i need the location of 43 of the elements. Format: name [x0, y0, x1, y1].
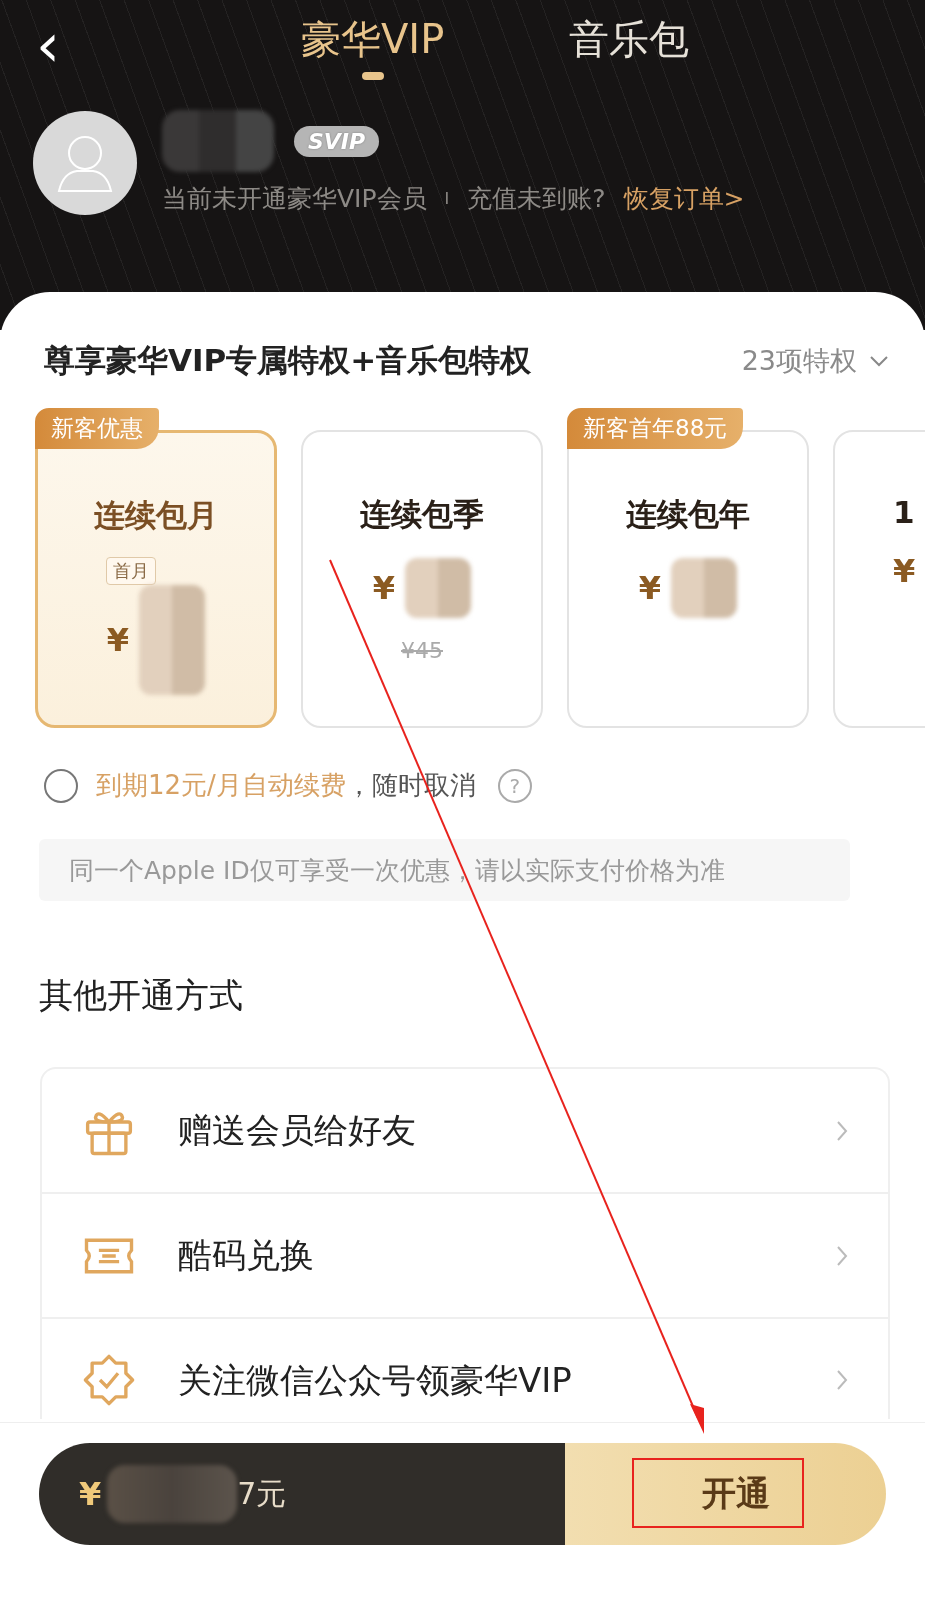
avatar-icon [33, 110, 137, 215]
plan-title: 连续包年 [626, 495, 750, 534]
check-badge-icon [82, 1353, 136, 1407]
chevron-right-icon [836, 1369, 848, 1391]
pixelated-blur [405, 558, 472, 618]
offer-tag: 新客首年88元 [567, 408, 744, 449]
chevron-right-icon [836, 1244, 848, 1267]
currency-symbol: ¥ [638, 569, 662, 607]
original-price: ¥45 [401, 638, 443, 663]
privileges-title: 尊享豪华VIP专属特权+音乐包特权 [44, 341, 532, 380]
tab[interactable]: 豪华VIP [301, 10, 445, 80]
option-label: 酷码兑换 [178, 1233, 315, 1277]
list-item[interactable]: 赠送会员给好友 [42, 1069, 888, 1194]
plan-card[interactable]: 连续包季 ¥ ¥45 [301, 430, 543, 728]
membership-status: 当前未开通豪华VIP会员 [162, 183, 427, 215]
option-label: 赠送会员给好友 [178, 1108, 417, 1152]
currency-symbol: ¥ [79, 1475, 102, 1513]
currency-symbol: ¥ [106, 621, 130, 659]
notice-text: 同一个Apple ID仅可享受一次优惠，请以实际支付价格为准 [39, 839, 850, 901]
back-button[interactable]: ‹ [36, 10, 96, 80]
currency-symbol: ¥ [893, 552, 916, 590]
separator: I [444, 189, 450, 208]
currency-symbol: ¥ [372, 569, 396, 607]
chevron-right-icon [836, 1119, 848, 1142]
svip-badge: SVIP [294, 125, 380, 157]
list-item[interactable]: 关注微信公众号领豪华VIP [42, 1319, 888, 1419]
section-title: 其他开通方式 [39, 974, 244, 1017]
auto-renew-radio[interactable] [44, 768, 78, 803]
option-label: 关注微信公众号领豪华VIP [178, 1359, 573, 1402]
recharge-question: 充值未到账? [467, 183, 606, 215]
activate-button[interactable]: 开通 [565, 1443, 886, 1545]
first-month-tag: 首月 [106, 557, 156, 585]
list-item[interactable]: 酷码兑换 [42, 1194, 888, 1319]
chevron-down-icon [869, 355, 889, 367]
plan-title: 1 [893, 494, 915, 530]
offer-tag: 新客优惠 [35, 408, 159, 449]
price-amount: 7元 [237, 1474, 287, 1513]
plan-title: 连续包季 [360, 495, 484, 534]
restore-order-link[interactable]: 恢复订单> [623, 182, 745, 215]
plan-title: 连续包月 [94, 496, 218, 535]
pixelated-blur [671, 558, 738, 618]
plan-card[interactable]: 1 ¥ [833, 430, 925, 728]
tab[interactable]: 音乐包 [569, 10, 690, 68]
